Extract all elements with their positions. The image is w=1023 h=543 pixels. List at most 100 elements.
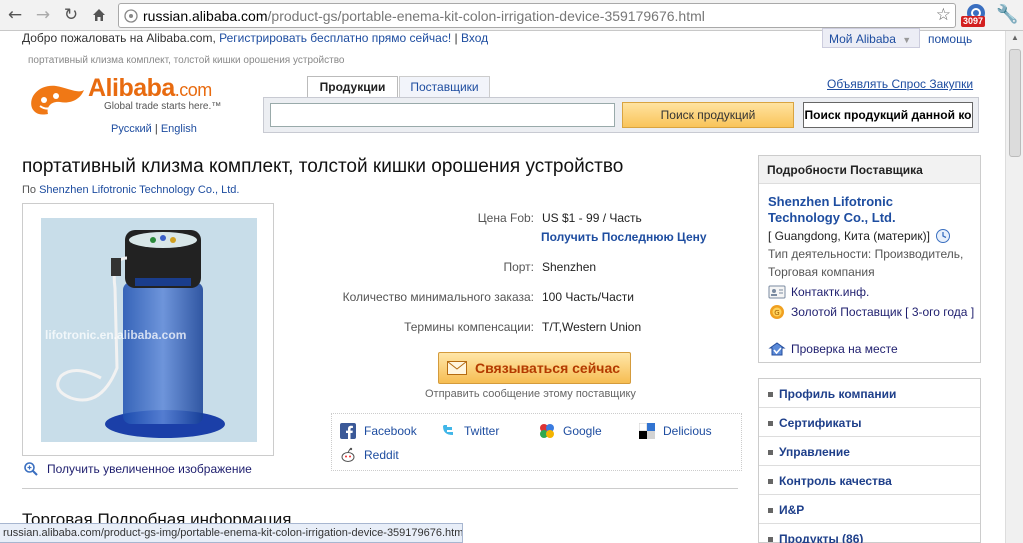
scroll-up-arrow-icon[interactable]: ▲: [1007, 33, 1023, 47]
breadcrumb-title: портативный клизма комплект, толстой киш…: [28, 55, 345, 66]
spec-value-price: US $1 - 99 / Часть: [542, 211, 642, 225]
spec-label-price: Цена Fob:: [477, 211, 534, 225]
spec-label-port: Порт:: [503, 260, 534, 274]
supplier-byline: По Shenzhen Lifotronic Technology Co., L…: [22, 184, 239, 196]
supplier-contact-link[interactable]: Контактк.инф.: [768, 284, 869, 300]
tab-suppliers[interactable]: Поставщики: [399, 76, 490, 98]
logo-tagline: Global trade starts here.™: [104, 101, 222, 112]
gold-supplier-label: Золотой Поставщик [ 3-ого года ]: [791, 305, 975, 319]
lang-russian-link[interactable]: Русский: [111, 123, 152, 135]
share-reddit[interactable]: Reddit: [340, 447, 399, 463]
supplier-panel-heading: Подробности Поставщика: [759, 156, 980, 184]
clock-icon[interactable]: [935, 228, 951, 244]
search-input[interactable]: [270, 103, 615, 127]
zoom-label: Получить увеличенное изображение: [47, 462, 252, 476]
delicious-label: Delicious: [663, 424, 712, 438]
menu-item-rnd[interactable]: И&Р: [759, 495, 980, 524]
contact-now-button[interactable]: Связываться сейчас: [438, 352, 631, 384]
spec-value-port: Shenzhen: [542, 260, 597, 274]
welcome-bar: Добро пожаловать на Alibaba.com, Регистр…: [22, 31, 488, 45]
byline-prefix: По: [22, 184, 37, 196]
share-twitter[interactable]: Twitter: [440, 423, 499, 439]
back-arrow-icon[interactable]: ←: [4, 4, 26, 26]
gold-supplier-link[interactable]: G Золотой Поставщик [ 3-ого года ]: [768, 304, 980, 321]
contact-now-label: Связываться сейчас: [475, 360, 621, 376]
company-menu: Профиль компании Сертификаты Управление …: [758, 378, 981, 543]
scroll-thumb[interactable]: [1009, 49, 1021, 157]
twitter-icon: [443, 425, 453, 435]
language-switcher: Русский | English: [111, 123, 197, 135]
browser-status-bar: russian.alibaba.com/product-gs-img/porta…: [0, 523, 463, 543]
search-bar: Поиск продукций Поиск продукций данной к…: [263, 97, 979, 133]
logo-wordmark[interactable]: Alibaba.com: [88, 74, 212, 103]
contact-card-icon: [768, 285, 786, 299]
wrench-icon[interactable]: 🔧: [996, 4, 1018, 25]
spec-value-payment: T/T,Western Union: [542, 320, 642, 334]
share-facebook[interactable]: Facebook: [340, 423, 417, 439]
share-google[interactable]: Google: [539, 423, 602, 439]
my-alibaba-menu[interactable]: Мой Alibaba ▼: [822, 28, 920, 48]
magnifier-icon: [24, 462, 38, 476]
gold-supplier-icon: G: [770, 305, 784, 319]
facebook-label: Facebook: [364, 424, 417, 438]
delicious-icon: [639, 423, 655, 439]
image-watermark: lifotronic.en.alibaba.com: [45, 328, 187, 342]
home-icon[interactable]: [88, 4, 110, 26]
address-bar[interactable]: russian.alibaba.com/product-gs/portable-…: [118, 3, 956, 28]
supplier-location-text: [ Guangdong, Китa (материк)]: [768, 229, 930, 243]
product-image[interactable]: lifotronic.en.alibaba.com: [41, 218, 257, 442]
page-icon: [124, 8, 138, 23]
supplier-details-panel: Подробности Поставщика Shenzhen Lifotron…: [758, 155, 981, 363]
extension-badge: 3097: [961, 16, 986, 27]
search-products-button[interactable]: Поиск продукций: [622, 102, 794, 128]
spec-label-payment: Термины компенсации:: [404, 320, 534, 334]
forward-arrow-icon[interactable]: →: [32, 4, 54, 26]
menu-item-quality-control[interactable]: Контроль качества: [759, 466, 980, 495]
section-divider: [22, 488, 738, 489]
logo-name: Alibaba: [88, 74, 175, 102]
reddit-label: Reddit: [364, 448, 399, 462]
reddit-icon: [341, 447, 355, 462]
browser-toolbar: ← → ↻ russian.alibaba.com/product-gs/por…: [0, 0, 1023, 31]
menu-item-products[interactable]: Продукты (86): [759, 524, 980, 543]
chevron-down-icon: ▼: [902, 35, 912, 45]
reload-icon[interactable]: ↻: [60, 4, 82, 26]
get-latest-price-link[interactable]: Получить Последнюю Цену: [541, 230, 707, 244]
onsite-check-icon: [768, 342, 786, 356]
tab-products[interactable]: Продукции: [307, 76, 398, 98]
facebook-icon: [340, 423, 356, 439]
logo-suffix: .com: [174, 80, 213, 100]
byline-supplier-link[interactable]: Shenzhen Lifotronic Technology Co., Ltd.: [39, 184, 239, 196]
bookmark-star-icon[interactable]: ☆: [936, 5, 951, 25]
alibaba-logo-icon[interactable]: [26, 78, 88, 126]
google-icon: [540, 424, 554, 438]
product-title: портативный клизма комплект, толстой киш…: [22, 156, 624, 177]
supplier-business-type: Тип деятельности: Производитель, Торгова…: [768, 247, 964, 279]
supplier-name-link[interactable]: Shenzhen Lifotronic Technology Co., Ltd.: [768, 194, 968, 226]
zoom-link[interactable]: Получить увеличенное изображение: [23, 461, 252, 477]
supplier-location: [ Guangdong, Китa (материк)]: [768, 228, 951, 244]
onsite-check-link[interactable]: Проверка на месте: [768, 341, 898, 357]
share-delicious[interactable]: Delicious: [639, 423, 712, 439]
onsite-check-label: Проверка на месте: [791, 342, 898, 356]
contact-label: Контактк.инф.: [791, 285, 870, 299]
contact-subtext: Отправить сообщение этому поставщику: [425, 388, 636, 400]
login-link[interactable]: Вход: [461, 31, 488, 45]
scrollbar[interactable]: ▲: [1005, 31, 1023, 543]
separator: |: [454, 31, 458, 45]
lang-separator: |: [154, 123, 158, 135]
search-store-button[interactable]: Поиск продукций данной ко: [803, 102, 973, 128]
post-buying-request-link[interactable]: Объявлять Спрос Закупки: [827, 77, 973, 91]
url-host: russian.alibaba.com: [143, 7, 268, 24]
envelope-icon: [447, 361, 467, 375]
menu-item-company-profile[interactable]: Профиль компании: [759, 379, 980, 408]
lang-english-link[interactable]: English: [161, 123, 197, 135]
svg-text:G: G: [774, 309, 779, 317]
welcome-text: Добро пожаловать на Alibaba.com,: [22, 31, 216, 45]
help-link[interactable]: помощь: [928, 32, 972, 46]
google-label: Google: [563, 424, 602, 438]
menu-item-management[interactable]: Управление: [759, 437, 980, 466]
register-link[interactable]: Регистрировать бесплатно прямо сейчас!: [219, 31, 451, 45]
spec-label-moq: Количество минимального заказа:: [342, 290, 534, 304]
menu-item-certificates[interactable]: Сертификаты: [759, 408, 980, 437]
